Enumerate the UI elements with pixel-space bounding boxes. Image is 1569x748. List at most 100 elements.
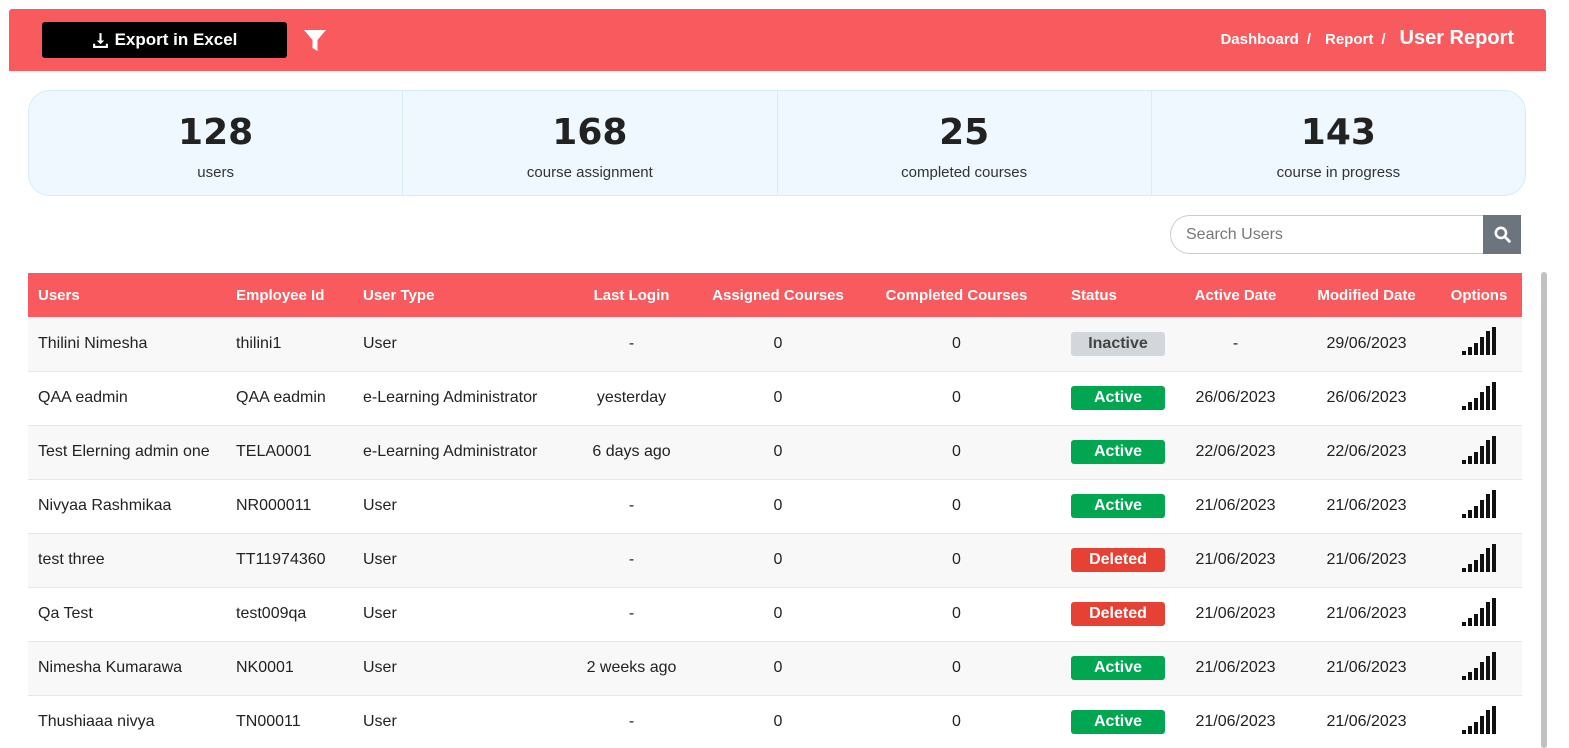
breadcrumb-separator: /: [1381, 31, 1386, 48]
cell-assigned-courses: 0: [773, 659, 783, 676]
cell-completed-courses: 0: [952, 659, 961, 676]
export-excel-label: Export in Excel: [114, 30, 238, 49]
breadcrumb-dashboard[interactable]: Dashboard: [1220, 31, 1298, 48]
column-header-completed-courses[interactable]: Completed Courses: [852, 273, 1061, 317]
column-header-modified-date[interactable]: Modified Date: [1297, 273, 1436, 317]
column-header-status[interactable]: Status: [1061, 273, 1174, 317]
cell-completed-courses: 0: [952, 389, 961, 406]
column-header-employee-id[interactable]: Employee Id: [226, 273, 353, 317]
cell-active-date: 21/06/2023: [1195, 605, 1276, 622]
cell-status: Active: [1061, 479, 1174, 533]
signal-bars-icon[interactable]: [1462, 435, 1496, 469]
table-row[interactable]: Test Elerning admin one TELA0001 e-Learnin…: [28, 425, 1522, 479]
cell-last-login: -: [628, 605, 635, 622]
table-row[interactable]: Qa Test test009qa User - 0 0 Deleted 21/06/2023…: [28, 587, 1522, 641]
cell-employee-id: NK0001: [236, 659, 294, 676]
cell-employee-id: NR000011: [236, 497, 312, 514]
column-header-user-type[interactable]: User Type: [353, 273, 559, 317]
stat-label: course in progress: [1276, 164, 1401, 181]
cell-modified-date: 21/06/2023: [1326, 551, 1407, 568]
status-badge: Deleted: [1071, 548, 1165, 572]
cell-modified-date: 29/06/2023: [1326, 334, 1407, 352]
breadcrumb-separator: /: [1306, 31, 1311, 48]
cell-user-type: User: [363, 497, 397, 514]
cell-modified-date: 21/06/2023: [1326, 713, 1407, 730]
signal-bars-icon[interactable]: [1462, 327, 1496, 360]
table-row[interactable]: test three TT11974360 User - 0 0 Deleted 21/06/…: [28, 533, 1522, 587]
cell-user-name: QAA eadmin: [38, 389, 128, 406]
cell-user-type: User: [363, 605, 397, 622]
column-header-active-date[interactable]: Active Date: [1174, 273, 1297, 317]
signal-bars-icon[interactable]: [1462, 489, 1496, 523]
cell-options: [1436, 587, 1522, 641]
search-icon: [1494, 226, 1511, 243]
cell-employee-id: TN00011: [236, 713, 301, 730]
cell-user-type: e-Learning Administrator: [363, 443, 538, 460]
table-row[interactable]: QAA eadmin QAA eadmin e-Learning Administr…: [28, 371, 1522, 425]
stat-course-in-progress: 143 course in progress: [1152, 91, 1525, 195]
cell-modified-date: 21/06/2023: [1326, 659, 1407, 676]
table-body: Thilini Nimesha thilini1 User - 0 0 Inactive - 2…: [28, 317, 1522, 748]
breadcrumb-report[interactable]: Report: [1325, 31, 1373, 48]
cell-user-type: e-Learning Administrator: [363, 389, 538, 406]
cell-assigned-courses: 0: [773, 443, 783, 460]
download-icon: [92, 32, 108, 48]
cell-last-login: -: [628, 497, 635, 514]
cell-assigned-courses: 0: [773, 389, 783, 406]
cell-last-login: 6 days ago: [592, 443, 671, 460]
stat-label: course assignment: [526, 164, 653, 181]
user-report-page: Export in Excel Dashboard / Report / Use…: [0, 0, 1569, 748]
search-input[interactable]: [1170, 215, 1483, 254]
table-row[interactable]: Nivyaa Rashmikaa NR000011 User - 0 0 Active 21/…: [28, 479, 1522, 533]
signal-bars-icon[interactable]: [1462, 381, 1496, 415]
cell-user-name: Test Elerning admin one: [38, 443, 210, 460]
cell-user-type: User: [363, 551, 397, 568]
status-badge: Active: [1071, 494, 1165, 518]
search-button[interactable]: [1483, 215, 1521, 254]
signal-bars-icon[interactable]: [1462, 543, 1496, 577]
cell-assigned-courses: 0: [773, 334, 783, 352]
export-excel-button[interactable]: Export in Excel: [42, 22, 287, 58]
stat-course-assignment: 168 course assignment: [403, 91, 778, 195]
cell-user-type: User: [363, 713, 397, 730]
signal-bars-icon[interactable]: [1462, 705, 1496, 739]
cell-user-name: Thushiaaa nivya: [38, 713, 155, 730]
user-table: Users Employee Id User Type Last Login A…: [28, 273, 1522, 748]
column-header-assigned-courses[interactable]: Assigned Courses: [704, 273, 852, 317]
breadcrumb-current: User Report: [1399, 27, 1514, 49]
cell-status: Active: [1061, 371, 1174, 425]
stat-value: 168: [552, 112, 628, 153]
cell-completed-courses: 0: [952, 605, 961, 622]
stat-users: 128 users: [29, 91, 404, 195]
table-row[interactable]: Thushiaaa nivya TN00011 User - 0 0 Active 21/06…: [28, 695, 1522, 748]
status-badge: Active: [1071, 656, 1165, 680]
table-row[interactable]: Thilini Nimesha thilini1 User - 0 0 Inactive - 2…: [28, 317, 1522, 371]
cell-options: [1436, 425, 1522, 479]
cell-last-login: 2 weeks ago: [586, 659, 677, 676]
stat-value: 143: [1300, 112, 1376, 153]
cell-options: [1436, 317, 1522, 371]
cell-employee-id: TELA0001: [236, 443, 312, 460]
cell-completed-courses: 0: [952, 497, 961, 514]
cell-user-name: Nivyaa Rashmikaa: [38, 497, 172, 514]
filter-button[interactable]: [303, 29, 327, 53]
column-header-users[interactable]: Users: [28, 273, 226, 317]
column-header-last-login[interactable]: Last Login: [559, 273, 704, 317]
cell-modified-date: 22/06/2023: [1326, 443, 1407, 460]
cell-last-login: -: [628, 551, 635, 568]
cell-modified-date: 26/06/2023: [1326, 389, 1407, 406]
cell-options: [1436, 533, 1522, 587]
scrollbar[interactable]: [1541, 272, 1547, 748]
user-table-container: Users Employee Id User Type Last Login A…: [28, 273, 1522, 748]
table-row[interactable]: Nimesha Kumarawa NK0001 User 2 weeks ago 0 0 A…: [28, 641, 1522, 695]
cell-employee-id: TT11974360: [236, 551, 326, 568]
cell-modified-date: 21/06/2023: [1326, 497, 1407, 514]
signal-bars-icon[interactable]: [1462, 651, 1496, 685]
stat-label: users: [197, 164, 234, 181]
status-badge: Active: [1071, 386, 1165, 410]
header-bar: Export in Excel Dashboard / Report / Use…: [9, 9, 1546, 71]
cell-active-date: 21/06/2023: [1195, 497, 1276, 514]
breadcrumb: Dashboard / Report / User Report: [1220, 27, 1514, 50]
cell-user-type: User: [363, 334, 397, 352]
signal-bars-icon[interactable]: [1462, 597, 1496, 631]
